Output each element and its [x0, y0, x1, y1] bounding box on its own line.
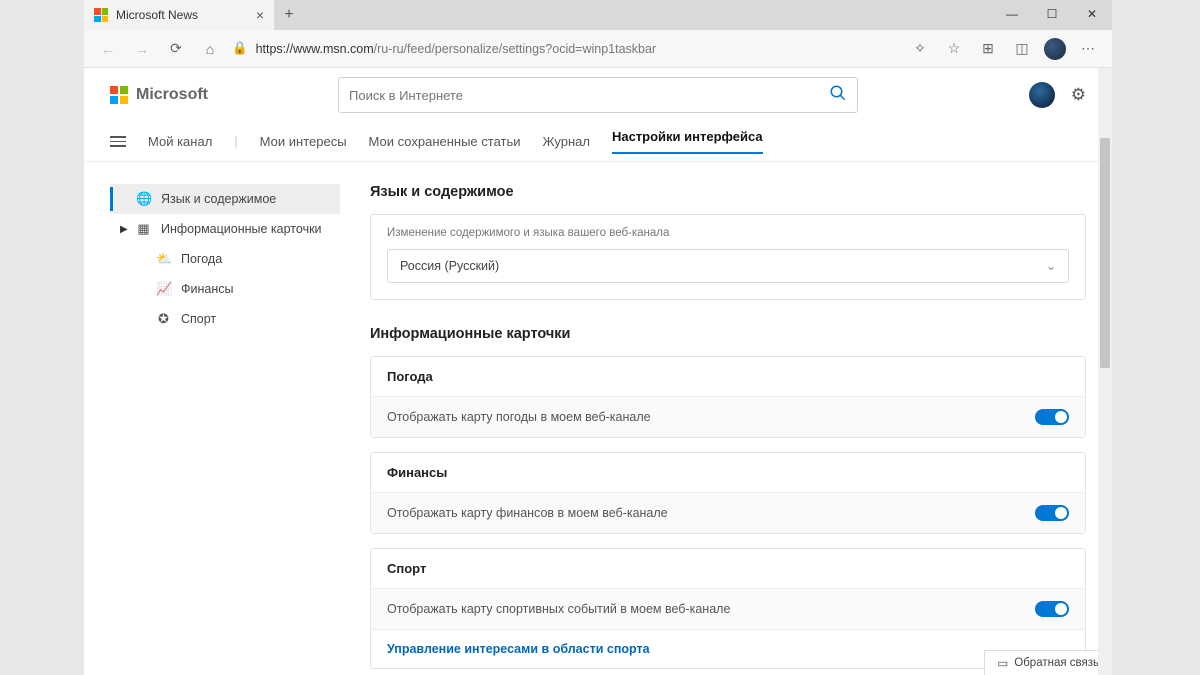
toggle-sport[interactable]: [1035, 601, 1069, 617]
toggle-label: Отображать карту финансов в моем веб-кан…: [387, 506, 668, 520]
forward-button[interactable]: →: [130, 37, 154, 61]
card-icon: ▦: [136, 221, 151, 237]
section-title-language: Язык и содержимое: [370, 184, 1086, 200]
address-bar[interactable]: 🔒 https://www.msn.com/ru-ru/feed/persona…: [232, 41, 898, 56]
search-input[interactable]: [349, 88, 829, 103]
user-avatar[interactable]: [1029, 82, 1055, 108]
chevron-right-icon: ▶: [120, 224, 128, 235]
brand-logo[interactable]: Microsoft: [110, 86, 208, 104]
sport-icon: ✪: [156, 311, 171, 327]
nav-history[interactable]: Журнал: [543, 134, 590, 149]
reading-icon[interactable]: ◫: [1010, 37, 1034, 61]
menu-icon[interactable]: [110, 136, 126, 147]
chevron-down-icon: ⌄: [1046, 259, 1056, 273]
toggle-label: Отображать карту погоды в моем веб-канал…: [387, 410, 651, 424]
sidebar-item-label: Спорт: [181, 312, 216, 326]
address-bar-row: ← → ⟳ ⌂ 🔒 https://www.msn.com/ru-ru/feed…: [84, 30, 1112, 68]
refresh-button[interactable]: ⟳: [164, 37, 188, 61]
main-panel: Язык и содержимое Изменение содержимого …: [370, 184, 1086, 675]
search-icon[interactable]: [829, 84, 847, 107]
nav-interests[interactable]: Мои интересы: [260, 134, 347, 149]
back-button[interactable]: ←: [96, 37, 120, 61]
toggle-weather[interactable]: [1035, 409, 1069, 425]
lock-icon: 🔒: [232, 41, 248, 56]
sidebar-item-finance[interactable]: 📈 Финансы: [110, 274, 340, 304]
close-icon[interactable]: ×: [256, 7, 264, 23]
favorites-icon[interactable]: ☆: [942, 37, 966, 61]
site-header: Microsoft ⚙: [84, 68, 1112, 122]
select-value: Россия (Русский): [400, 259, 499, 273]
globe-icon: 🌐: [136, 191, 151, 207]
nav-saved[interactable]: Мои сохраненные статьи: [369, 134, 521, 149]
brand-name: Microsoft: [136, 86, 208, 104]
minimize-button[interactable]: —: [992, 0, 1032, 28]
sidebar-item-label: Погода: [181, 252, 222, 266]
card-header: Спорт: [371, 549, 1085, 588]
weather-icon: ⛅: [156, 251, 171, 267]
chat-icon: ▭: [997, 656, 1008, 670]
scrollbar-thumb[interactable]: [1100, 138, 1110, 368]
sidebar-item-cards[interactable]: ▶ ▦ Информационные карточки: [110, 214, 340, 244]
feedback-button[interactable]: ▭ Обратная связь: [984, 650, 1112, 675]
language-note: Изменение содержимого и языка вашего веб…: [371, 215, 1085, 249]
section-title-cards: Информационные карточки: [370, 326, 1086, 342]
feedback-label: Обратная связь: [1014, 657, 1099, 669]
home-button[interactable]: ⌂: [198, 37, 222, 61]
sidebar-item-language[interactable]: 🌐 Язык и содержимое: [110, 184, 340, 214]
tab-title: Microsoft News: [116, 8, 198, 22]
nav-my-feed[interactable]: Мой канал: [148, 134, 212, 149]
url-host: https://www.msn.com: [256, 42, 374, 56]
gear-icon[interactable]: ⚙: [1071, 85, 1086, 105]
more-icon[interactable]: ⋯: [1076, 37, 1100, 61]
settings-sidebar: 🌐 Язык и содержимое ▶ ▦ Информационные к…: [110, 184, 340, 675]
browser-tab[interactable]: Microsoft News ×: [84, 0, 274, 30]
collections-icon[interactable]: ⊞: [976, 37, 1000, 61]
sidebar-item-label: Информационные карточки: [161, 222, 322, 236]
site-nav: Мой канал | Мои интересы Мои сохраненные…: [84, 122, 1112, 162]
sidebar-item-sport[interactable]: ✪ Спорт: [110, 304, 340, 334]
card-header: Финансы: [371, 453, 1085, 492]
language-card: Изменение содержимого и языка вашего веб…: [370, 214, 1086, 300]
close-window-button[interactable]: ✕: [1072, 0, 1112, 28]
language-select[interactable]: Россия (Русский) ⌄: [387, 249, 1069, 283]
card-finance: Финансы Отображать карту финансов в моем…: [370, 452, 1086, 534]
sidebar-item-weather[interactable]: ⛅ Погода: [110, 244, 340, 274]
manage-sport-link[interactable]: Управление интересами в области спорта: [371, 629, 1085, 668]
scrollbar[interactable]: [1098, 68, 1112, 675]
maximize-button[interactable]: ☐: [1032, 0, 1072, 28]
sidebar-item-label: Язык и содержимое: [161, 192, 276, 206]
sidebar-item-label: Финансы: [181, 282, 233, 296]
card-sport: Спорт Отображать карту спортивных событи…: [370, 548, 1086, 669]
finance-icon: 📈: [156, 281, 171, 297]
tab-strip: Microsoft News × + — ☐ ✕: [84, 0, 1112, 30]
url-path: /ru-ru/feed/personalize/settings?ocid=wi…: [374, 42, 656, 56]
nav-settings[interactable]: Настройки интерфейса: [612, 129, 763, 154]
ms-favicon: [94, 8, 108, 22]
toggle-finance[interactable]: [1035, 505, 1069, 521]
search-box[interactable]: [338, 77, 858, 113]
card-header: Погода: [371, 357, 1085, 396]
card-weather: Погода Отображать карту погоды в моем ве…: [370, 356, 1086, 438]
new-tab-button[interactable]: +: [274, 0, 304, 30]
toggle-label: Отображать карту спортивных событий в мо…: [387, 602, 730, 616]
tracking-icon[interactable]: ✧: [908, 37, 932, 61]
profile-avatar[interactable]: [1044, 38, 1066, 60]
